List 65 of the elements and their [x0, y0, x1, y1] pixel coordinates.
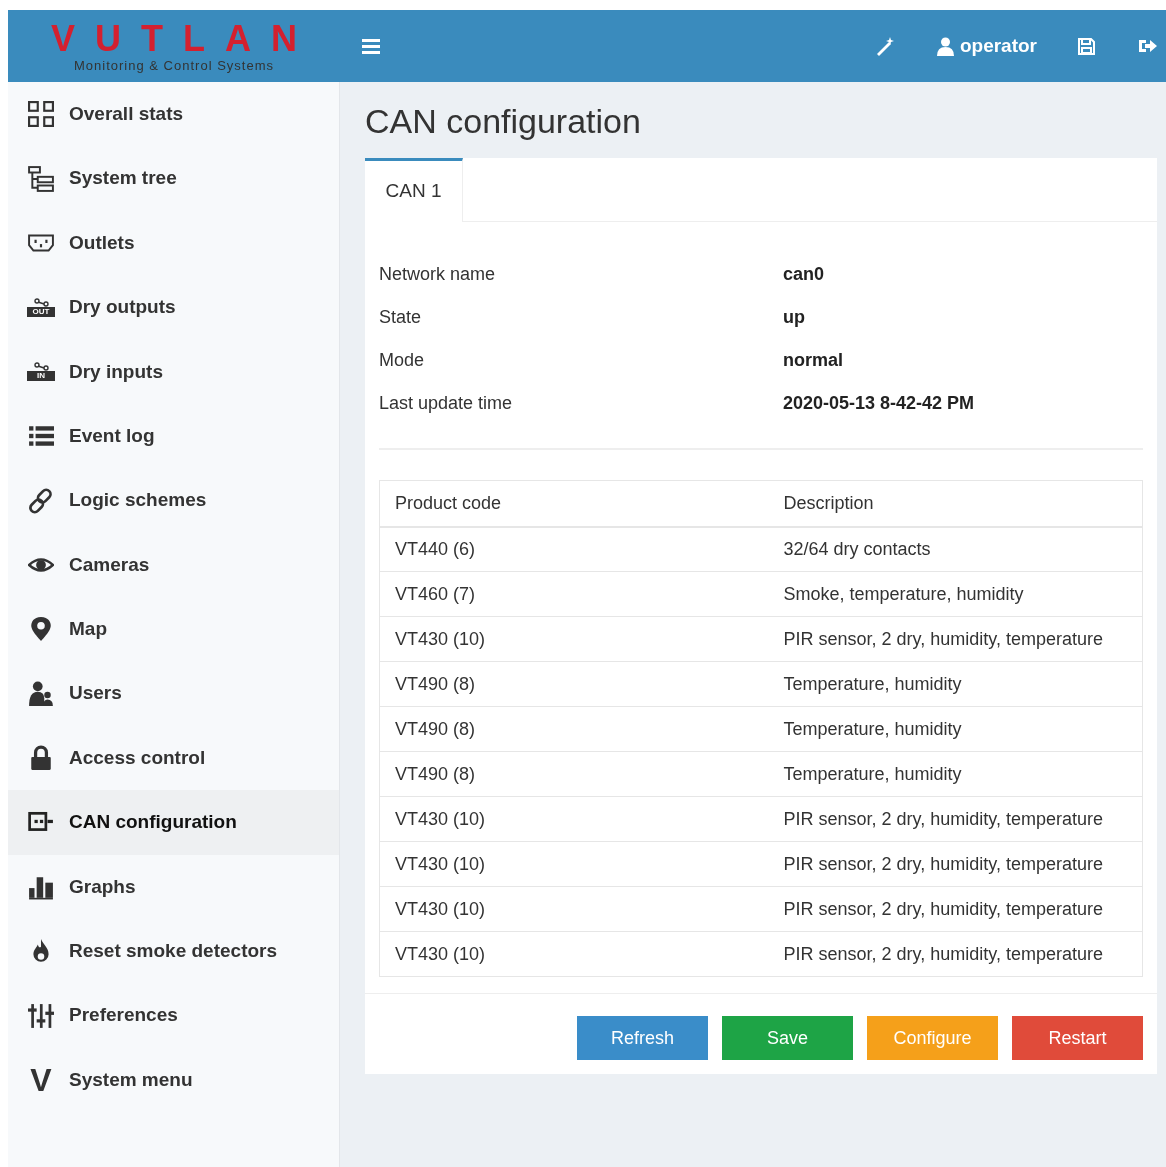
field-value: up: [783, 306, 805, 329]
sidebar-item[interactable]: System tree: [8, 146, 339, 211]
sidebar-item[interactable]: Logic schemes: [8, 468, 339, 533]
table-cell: PIR sensor, 2 dry, humidity, temperature: [783, 616, 1143, 662]
field-label: State: [379, 306, 423, 329]
column-header: Description: [783, 480, 1143, 527]
sidebar-item[interactable]: Cameras: [8, 532, 339, 598]
tree-icon: [28, 165, 54, 192]
field-value: can0: [783, 263, 825, 286]
sidebar-item[interactable]: Access control: [8, 725, 339, 791]
field-label: Mode: [379, 349, 426, 372]
sidebar-item[interactable]: Map: [8, 597, 339, 662]
user-menu[interactable]: operator: [936, 31, 1037, 61]
sidebar-item[interactable]: Overall stats: [8, 82, 339, 147]
table-cell: Temperature, humidity: [783, 751, 1143, 797]
table-cell: VT490 (8): [379, 661, 784, 707]
table-cell: PIR sensor, 2 dry, humidity, temperature: [783, 931, 1143, 977]
sidebar-item[interactable]: Outlets: [8, 210, 339, 276]
table-cell: VT460 (7): [379, 571, 784, 617]
link-icon: [28, 487, 54, 514]
map-pin-icon: [28, 616, 54, 643]
table-cell: VT490 (8): [379, 751, 784, 797]
table-cell: VT430 (10): [379, 931, 784, 977]
table-cell: VT490 (8): [379, 706, 784, 752]
table-cell: VT430 (10): [379, 841, 784, 887]
tab[interactable]: CAN 1: [365, 158, 463, 222]
sidebar-item[interactable]: V System menu: [8, 1047, 339, 1113]
page-title: CAN configuration: [365, 104, 642, 138]
table-cell: PIR sensor, 2 dry, humidity, temperature: [783, 886, 1143, 932]
sidebar-item[interactable]: Users: [8, 661, 339, 726]
sliders-icon: [28, 1002, 54, 1029]
sidebar-item[interactable]: Preferences: [8, 983, 339, 1048]
field-label: Network name: [379, 263, 497, 286]
sidebar-item[interactable]: CAN configuration: [8, 790, 339, 855]
table-cell: PIR sensor, 2 dry, humidity, temperature: [783, 796, 1143, 842]
sidebar-item[interactable]: Graphs: [8, 854, 339, 920]
table-cell: 32/64 dry contacts: [783, 526, 1143, 572]
table-cell: Smoke, temperature, humidity: [783, 571, 1143, 617]
column-header: Product code: [379, 480, 784, 527]
field-label: Last update time: [379, 392, 514, 415]
users-icon: [28, 680, 54, 707]
table-cell: VT440 (6): [379, 526, 784, 572]
field-value: normal: [783, 349, 843, 372]
field-value: 2020-05-13 8-42-42 PM: [783, 392, 975, 415]
action-button[interactable]: Refresh: [577, 1016, 708, 1060]
grid-icon: [28, 101, 54, 128]
sidebar-item[interactable]: OUT Dry outputs: [8, 275, 339, 340]
table-cell: Temperature, humidity: [783, 706, 1143, 752]
lock-icon: [28, 745, 54, 772]
table-cell: VT430 (10): [379, 616, 784, 662]
sidebar-item[interactable]: IN Dry inputs: [8, 339, 339, 404]
sign-out-icon[interactable]: [1138, 37, 1158, 55]
save-icon[interactable]: [1077, 36, 1096, 56]
action-button[interactable]: Restart: [1012, 1016, 1143, 1060]
logo: VUTLAN: [50, 20, 317, 57]
table-cell: Temperature, humidity: [783, 661, 1143, 707]
v-letter-icon: V: [27, 1064, 55, 1097]
menu-icon[interactable]: [362, 38, 382, 54]
sidebar-item[interactable]: Event log: [8, 403, 339, 469]
user-icon: [936, 36, 954, 56]
table-cell: VT430 (10): [379, 796, 784, 842]
logo-tagline: Monitoring & Control Systems: [74, 58, 274, 72]
sidebar-item[interactable]: Reset smoke detectors: [8, 919, 339, 984]
table-cell: VT430 (10): [379, 886, 784, 932]
table-cell: PIR sensor, 2 dry, humidity, temperature: [783, 841, 1143, 887]
